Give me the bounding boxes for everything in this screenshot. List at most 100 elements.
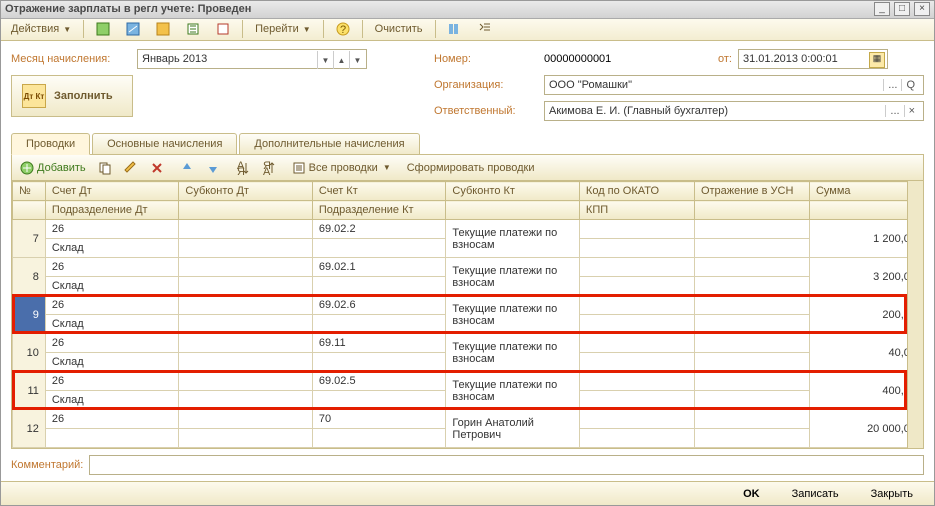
cell-sum[interactable]: 3 200,00 [809, 258, 922, 296]
org-input[interactable]: ООО "Ромашки" ... Q [544, 75, 924, 95]
grid-btn-copy[interactable] [94, 159, 116, 177]
toolbar-icon-2[interactable] [120, 20, 146, 38]
cell-dt[interactable]: 26 [45, 220, 179, 239]
comment-input[interactable] [89, 455, 924, 475]
col-dt[interactable]: Счет Дт [45, 182, 179, 201]
cell-podr-dt[interactable]: Склад [45, 391, 179, 410]
grid[interactable]: № Счет Дт Субконто Дт Счет Кт Субконто К… [12, 181, 923, 448]
toolbar-icon-4[interactable] [180, 20, 206, 38]
tab-addl-accruals[interactable]: Дополнительные начисления [239, 133, 419, 155]
cell-usn[interactable] [694, 410, 809, 429]
org-search-icon[interactable]: Q [901, 79, 919, 91]
cell-dt[interactable]: 26 [45, 296, 179, 315]
resp-select-icon[interactable]: ... [885, 105, 903, 117]
cell-usn[interactable] [694, 296, 809, 315]
month-down-icon[interactable]: ▼ [349, 51, 365, 69]
cell-usn[interactable] [694, 220, 809, 239]
table-row[interactable]: 72669.02.2Текущие платежи по взносам1 20… [13, 220, 923, 239]
cell-sum[interactable]: 200,00 [809, 296, 922, 334]
table-row[interactable]: 112669.02.5Текущие платежи по взносам400… [13, 372, 923, 391]
grid-btn-sort-asc[interactable]: AЯ [232, 159, 254, 177]
minimize-button[interactable]: _ [874, 2, 890, 16]
cell-subkt[interactable]: Текущие платежи по взносам [446, 296, 580, 334]
cell-subkt[interactable]: Горин Анатолий Петрович [446, 410, 580, 448]
vertical-scrollbar[interactable] [907, 181, 923, 448]
add-row-button[interactable]: Добавить [16, 159, 90, 177]
toolbar-icon-5[interactable] [210, 20, 236, 38]
cell-subdt[interactable] [179, 372, 313, 391]
col-sum[interactable]: Сумма [809, 182, 922, 201]
month-dropdown-icon[interactable]: ▼ [317, 51, 333, 69]
calendar-icon[interactable]: ▦ [869, 52, 885, 68]
clear-button[interactable]: Очистить [369, 21, 429, 37]
cell-okato[interactable] [579, 410, 694, 429]
cell-podr-dt[interactable] [45, 429, 179, 448]
cell-usn[interactable] [694, 258, 809, 277]
cell-okato[interactable] [579, 220, 694, 239]
col-subkt[interactable]: Субконто Кт [446, 182, 580, 201]
form-postings-button[interactable]: Сформировать проводки [403, 160, 539, 176]
cell-usn[interactable] [694, 372, 809, 391]
tab-main-accruals[interactable]: Основные начисления [92, 133, 237, 155]
cell-sum[interactable]: 20 000,00 [809, 410, 922, 448]
fill-button[interactable]: Дт Кт Заполнить [11, 75, 133, 117]
cell-subdt[interactable] [179, 296, 313, 315]
cell-kt[interactable]: 69.02.1 [312, 258, 446, 277]
cell-usn[interactable] [694, 334, 809, 353]
cell-kt[interactable]: 69.02.2 [312, 220, 446, 239]
cell-subkt[interactable]: Текущие платежи по взносам [446, 372, 580, 410]
cell-sum[interactable]: 1 200,00 [809, 220, 922, 258]
grid-btn-up[interactable] [176, 159, 198, 177]
goto-menu[interactable]: Перейти▼ [249, 21, 317, 37]
toolbar-icon-3[interactable] [150, 20, 176, 38]
table-row[interactable]: 92669.02.6Текущие платежи по взносам200,… [13, 296, 923, 315]
grid-btn-sort-desc[interactable]: ЯA [258, 159, 280, 177]
cell-subdt[interactable] [179, 220, 313, 239]
grid-btn-delete[interactable] [146, 159, 168, 177]
ok-button[interactable]: OK [732, 484, 771, 504]
date-input[interactable]: 31.01.2013 0:00:01 ▦ [738, 49, 888, 69]
col-podr-dt[interactable]: Подразделение Дт [45, 201, 179, 220]
cell-subdt[interactable] [179, 410, 313, 429]
month-up-icon[interactable]: ▲ [333, 51, 349, 69]
toolbar-icon-1[interactable] [90, 20, 116, 38]
col-kpp[interactable]: КПП [579, 201, 694, 220]
tab-provodki[interactable]: Проводки [11, 133, 90, 155]
cell-sum[interactable]: 40,00 [809, 334, 922, 372]
cell-sum[interactable]: 400,00 [809, 372, 922, 410]
table-row[interactable]: 82669.02.1Текущие платежи по взносам3 20… [13, 258, 923, 277]
col-subdt[interactable]: Субконто Дт [179, 182, 313, 201]
cell-okato[interactable] [579, 296, 694, 315]
grid-btn-edit[interactable] [120, 159, 142, 177]
resp-input[interactable]: Акимова Е. И. (Главный бухгалтер) ... × [544, 101, 924, 121]
cell-dt[interactable]: 26 [45, 372, 179, 391]
col-num[interactable]: № [13, 182, 46, 201]
cell-podr-dt[interactable]: Склад [45, 315, 179, 334]
col-podr-kt[interactable]: Подразделение Кт [312, 201, 446, 220]
actions-menu[interactable]: Действия▼ [5, 21, 77, 37]
cell-subdt[interactable] [179, 334, 313, 353]
cell-subkt[interactable]: Текущие платежи по взносам [446, 258, 580, 296]
cell-okato[interactable] [579, 334, 694, 353]
cell-okato[interactable] [579, 372, 694, 391]
cell-podr-dt[interactable]: Склад [45, 239, 179, 258]
close-button[interactable]: × [914, 2, 930, 16]
close-form-button[interactable]: Закрыть [860, 484, 924, 504]
col-usn[interactable]: Отражение в УСН [694, 182, 809, 201]
cell-kt[interactable]: 69.02.5 [312, 372, 446, 391]
help-icon[interactable]: ? [330, 20, 356, 38]
save-button[interactable]: Записать [781, 484, 850, 504]
col-okato[interactable]: Код по ОКАТО [579, 182, 694, 201]
month-input[interactable]: Январь 2013 ▼ ▲ ▼ [137, 49, 367, 69]
cell-dt[interactable]: 26 [45, 334, 179, 353]
org-select-icon[interactable]: ... [883, 79, 901, 91]
col-kt[interactable]: Счет Кт [312, 182, 446, 201]
toolbar-icon-6[interactable] [442, 20, 468, 38]
cell-kt[interactable]: 69.02.6 [312, 296, 446, 315]
table-row[interactable]: 122670Горин Анатолий Петрович20 000,00 [13, 410, 923, 429]
cell-dt[interactable]: 26 [45, 258, 179, 277]
resp-clear-icon[interactable]: × [904, 105, 919, 117]
cell-okato[interactable] [579, 258, 694, 277]
cell-subdt[interactable] [179, 258, 313, 277]
toolbar-icon-7[interactable] [472, 20, 498, 38]
